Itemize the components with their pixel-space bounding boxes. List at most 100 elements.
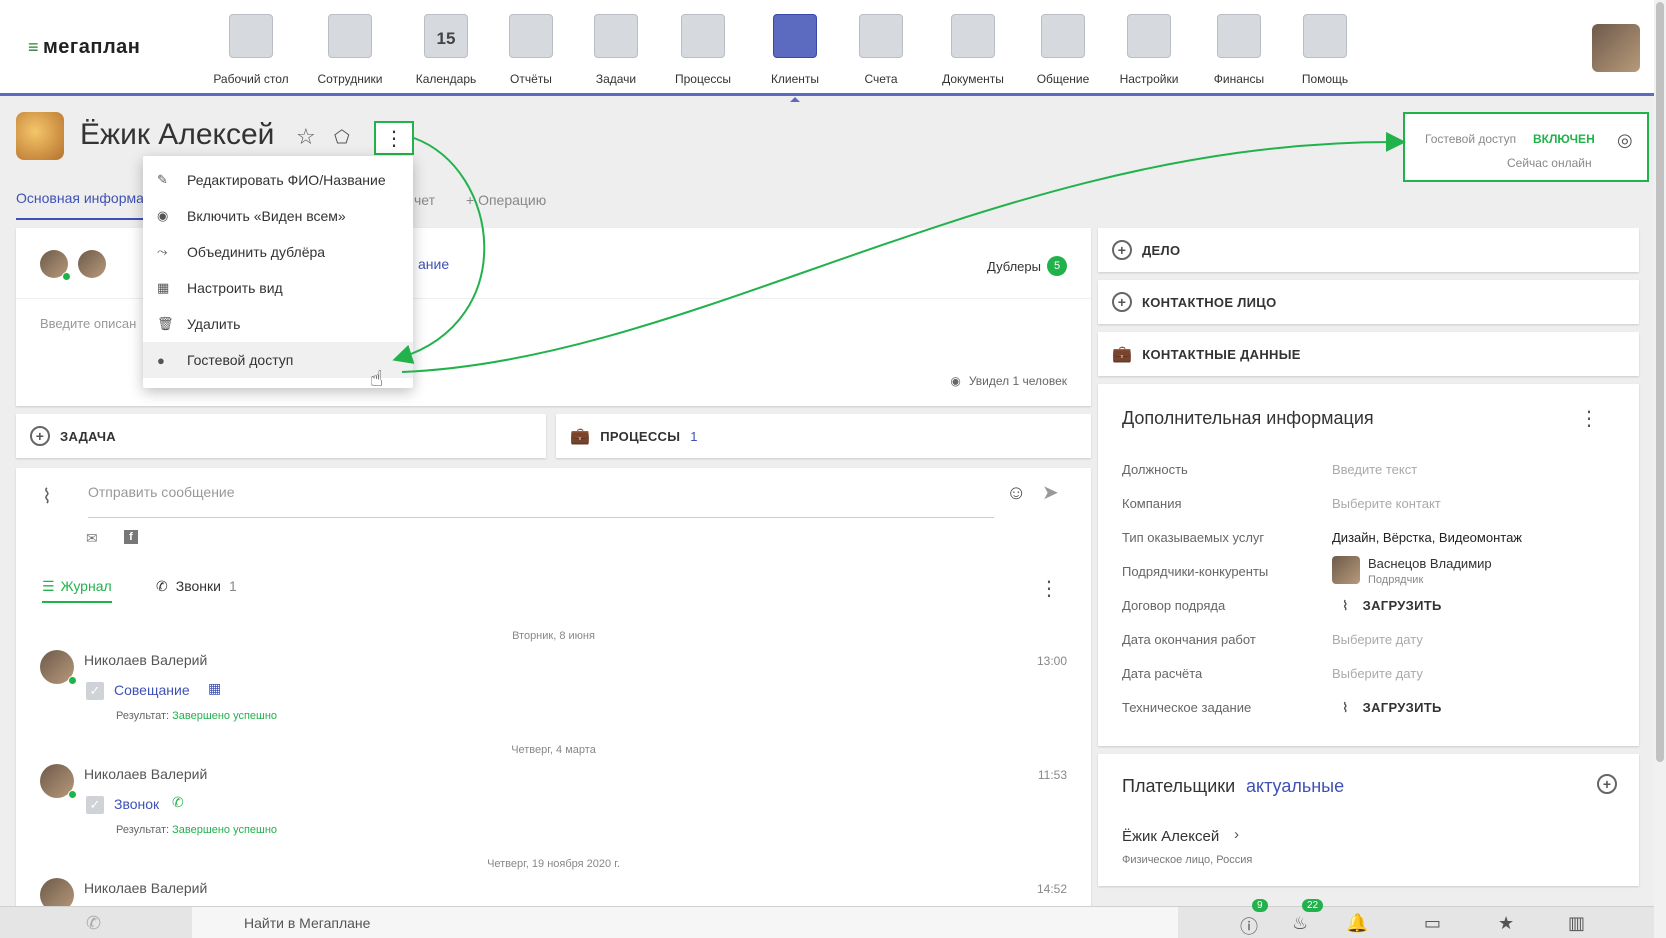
description-input[interactable]: Введите описан: [40, 316, 136, 331]
field-value[interactable]: Выберите дату: [1332, 632, 1423, 647]
top-navigation: ≡ мегаплан Рабочий стол Сотрудники 15 Кален…: [0, 0, 1666, 102]
calendar-icon: 15: [424, 14, 468, 58]
facebook-icon[interactable]: f: [124, 530, 138, 544]
nav-item-4[interactable]: Задачи: [573, 14, 659, 86]
log-result: Результат: Завершено успешно: [116, 824, 277, 836]
phone-icon[interactable]: ✆: [86, 913, 101, 934]
eye-off-icon[interactable]: ◎: [1617, 130, 1633, 151]
field-value[interactable]: Введите текст: [1332, 462, 1417, 477]
nav-item-9[interactable]: Общение: [1020, 14, 1106, 86]
log-entry-link[interactable]: Звонок: [114, 796, 159, 812]
done-checkbox: ✓: [86, 796, 104, 814]
tab-journal[interactable]: ☰ Журнал: [42, 578, 112, 603]
tab-main-info[interactable]: Основная информа: [16, 190, 144, 220]
desktop-icon: [229, 14, 273, 58]
employees-icon: [328, 14, 372, 58]
log-entry-link[interactable]: Совещание: [114, 682, 190, 698]
calendar-day: 15: [436, 29, 456, 48]
tasks-icon: [594, 14, 638, 58]
megaplan-logo[interactable]: ≡ мегаплан: [28, 36, 140, 59]
payer-name[interactable]: Ёжик Алексей: [1122, 828, 1219, 845]
nav-item-7[interactable]: Счета: [838, 14, 924, 86]
contractor-avatar: [1332, 556, 1360, 584]
upload-button[interactable]: ⌇ ЗАГРУЗИТЬ: [1332, 598, 1442, 614]
global-search[interactable]: Найти в Мегаплане: [192, 907, 1178, 938]
message-input[interactable]: Отправить сообщение: [88, 484, 994, 518]
processes-button[interactable]: 💼 ПРОЦЕССЫ 1: [556, 414, 1091, 458]
nav-item-3[interactable]: Отчёты: [488, 14, 574, 86]
nav-item-6[interactable]: Клиенты: [752, 14, 838, 102]
nav-item-1[interactable]: Сотрудники: [307, 14, 393, 86]
duplicates-label: Дублеры: [987, 258, 1041, 274]
favorite-star-icon[interactable]: ☆: [296, 124, 316, 150]
chat-icon: [1041, 14, 1085, 58]
scrollbar-thumb[interactable]: [1656, 2, 1664, 762]
menu-item-icon: 🗑: [157, 316, 174, 331]
journal-more-icon[interactable]: ⋮: [1039, 576, 1059, 601]
nav-item-8[interactable]: Документы: [930, 14, 1016, 86]
field-value[interactable]: Выберите контакт: [1332, 496, 1441, 511]
menu-item-label: Объединить дублёра: [187, 244, 326, 260]
email-icon[interactable]: ✉: [86, 530, 98, 547]
participant-avatar[interactable]: [78, 250, 106, 278]
tab-calls[interactable]: ✆ Звонки 1: [156, 578, 237, 595]
field-label: Тип оказываемых услуг: [1122, 530, 1265, 545]
menu-item-label: Включить «Виден всем»: [187, 208, 346, 224]
chat-icon[interactable]: ▭: [1424, 913, 1441, 934]
attach-icon[interactable]: ⌇: [42, 484, 52, 509]
menu-item-icon: ▦: [157, 280, 170, 295]
log-author[interactable]: Николаев Валерий: [84, 652, 207, 668]
add-payer-icon[interactable]: +: [1597, 774, 1617, 794]
menu-item-1[interactable]: ◉ Включить «Виден всем»: [143, 198, 413, 234]
payers-filter[interactable]: актуальные: [1246, 776, 1344, 797]
emoji-icon[interactable]: ☺: [1006, 482, 1026, 505]
chevron-right-icon[interactable]: ›: [1234, 826, 1239, 843]
menu-item-2[interactable]: ⤳ Объединить дублёра: [143, 234, 413, 270]
contact-person-label: КОНТАКТНОЕ ЛИЦО: [1142, 294, 1277, 310]
book-icon[interactable]: ▥: [1568, 913, 1585, 934]
nav-label: Рабочий стол: [213, 72, 289, 86]
log-author[interactable]: Николаев Валерий: [84, 880, 207, 896]
upload-button[interactable]: ⌇ ЗАГРУЗИТЬ: [1332, 700, 1442, 716]
nav-item-0[interactable]: Рабочий стол: [208, 14, 294, 86]
star-icon[interactable]: ★: [1498, 913, 1514, 934]
reports-icon: [509, 14, 553, 58]
add-task-button[interactable]: + ЗАДАЧА: [16, 414, 546, 458]
briefcase-icon: 💼: [570, 428, 591, 445]
fire-icon[interactable]: ♨: [1292, 913, 1308, 934]
add-contact-person-button[interactable]: + КОНТАКТНОЕ ЛИЦО: [1098, 280, 1639, 324]
menu-item-3[interactable]: ▦ Настроить вид: [143, 270, 413, 306]
page-scrollbar[interactable]: [1654, 0, 1666, 938]
menu-item-4[interactable]: 🗑 Удалить: [143, 306, 413, 342]
nav-item-11[interactable]: Финансы: [1196, 14, 1282, 86]
nav-item-5[interactable]: Процессы: [660, 14, 746, 86]
processes-label: ПРОЦЕССЫ: [600, 428, 681, 444]
tag-icon[interactable]: ⬠: [334, 127, 350, 148]
send-icon[interactable]: ➤: [1042, 480, 1059, 505]
field-value[interactable]: Выберите дату: [1332, 666, 1423, 681]
add-operation-tab[interactable]: + Операцию: [466, 192, 546, 208]
additional-info-more-icon[interactable]: ⋮: [1579, 406, 1599, 431]
nav-item-10[interactable]: Настройки: [1106, 14, 1192, 86]
nav-label: Финансы: [1213, 72, 1265, 86]
info-link[interactable]: ание: [418, 256, 449, 272]
contact-data-button[interactable]: 💼 КОНТАКТНЫЕ ДАННЫЕ: [1098, 332, 1639, 376]
nav-label: Документы: [942, 72, 1004, 86]
log-author[interactable]: Николаев Валерий: [84, 766, 207, 782]
menu-item-0[interactable]: ✎ Редактировать ФИО/Название: [143, 162, 413, 198]
alert-badge: 9: [1252, 899, 1268, 912]
field-value[interactable]: Дизайн, Вёрстка, Видеомонтаж: [1332, 530, 1522, 545]
nav-item-12[interactable]: Помощь: [1282, 14, 1368, 86]
logo-mark-icon: ≡: [28, 37, 40, 57]
nav-item-2[interactable]: 15 Календарь: [403, 14, 489, 86]
add-deal-button[interactable]: + ДЕЛО: [1098, 228, 1639, 272]
bell-icon[interactable]: 🔔: [1346, 913, 1368, 934]
duplicates[interactable]: Дублеры 5: [987, 256, 1067, 276]
alert-icon[interactable]: ⓘ: [1240, 913, 1258, 938]
user-avatar[interactable]: [1592, 24, 1640, 72]
log-time: 11:53: [1037, 768, 1067, 782]
add-icon: +: [1112, 292, 1132, 312]
log-date: Четверг, 19 ноября 2020 г.: [487, 858, 620, 870]
more-menu-button[interactable]: ⋮: [374, 121, 414, 155]
tab-report[interactable]: чет: [414, 192, 435, 208]
